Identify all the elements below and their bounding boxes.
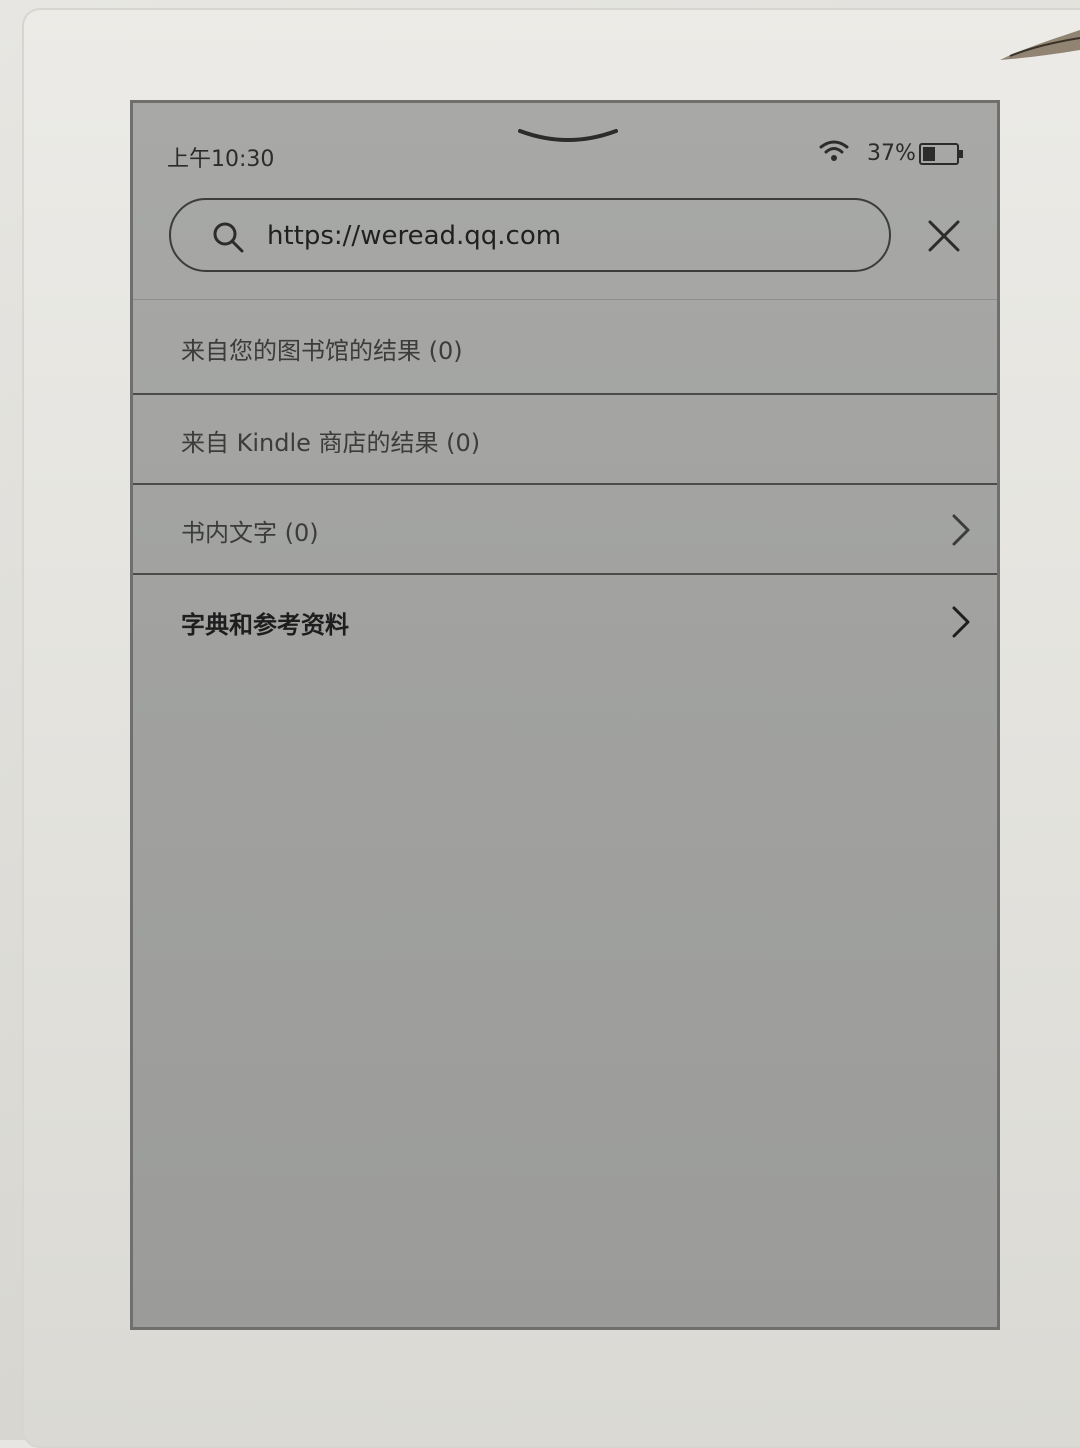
- kindle-screen: 上午10:30 37% 来自您的图书馆的结果 (0) 来自 K: [130, 100, 1000, 1330]
- close-icon[interactable]: [927, 219, 961, 253]
- battery-icon: [919, 143, 963, 165]
- result-row-dictionary[interactable]: 字典和参考资料: [133, 577, 997, 667]
- result-label: 书内文字 (0): [181, 519, 319, 547]
- battery-percent: 37%: [867, 141, 916, 166]
- status-time: 上午10:30: [167, 147, 275, 172]
- search-bar[interactable]: [169, 198, 891, 272]
- divider: [133, 573, 997, 575]
- divider: [133, 299, 997, 300]
- search-icon: [213, 222, 244, 253]
- result-row-kindle-store[interactable]: 来自 Kindle 商店的结果 (0): [133, 395, 997, 485]
- chevron-right-icon: [952, 514, 970, 546]
- search-input[interactable]: [267, 214, 847, 258]
- result-row-in-book-text[interactable]: 书内文字 (0): [133, 485, 997, 575]
- background-object: [1000, 30, 1080, 60]
- chevron-down-icon[interactable]: [518, 127, 618, 147]
- wifi-icon: [819, 140, 849, 161]
- status-bar: 上午10:30 37%: [133, 103, 997, 193]
- result-label: 来自您的图书馆的结果 (0): [181, 337, 463, 365]
- result-label: 来自 Kindle 商店的结果 (0): [181, 429, 481, 457]
- result-row-library[interactable]: 来自您的图书馆的结果 (0): [133, 303, 997, 393]
- chevron-right-icon: [952, 606, 970, 638]
- result-label: 字典和参考资料: [181, 611, 349, 639]
